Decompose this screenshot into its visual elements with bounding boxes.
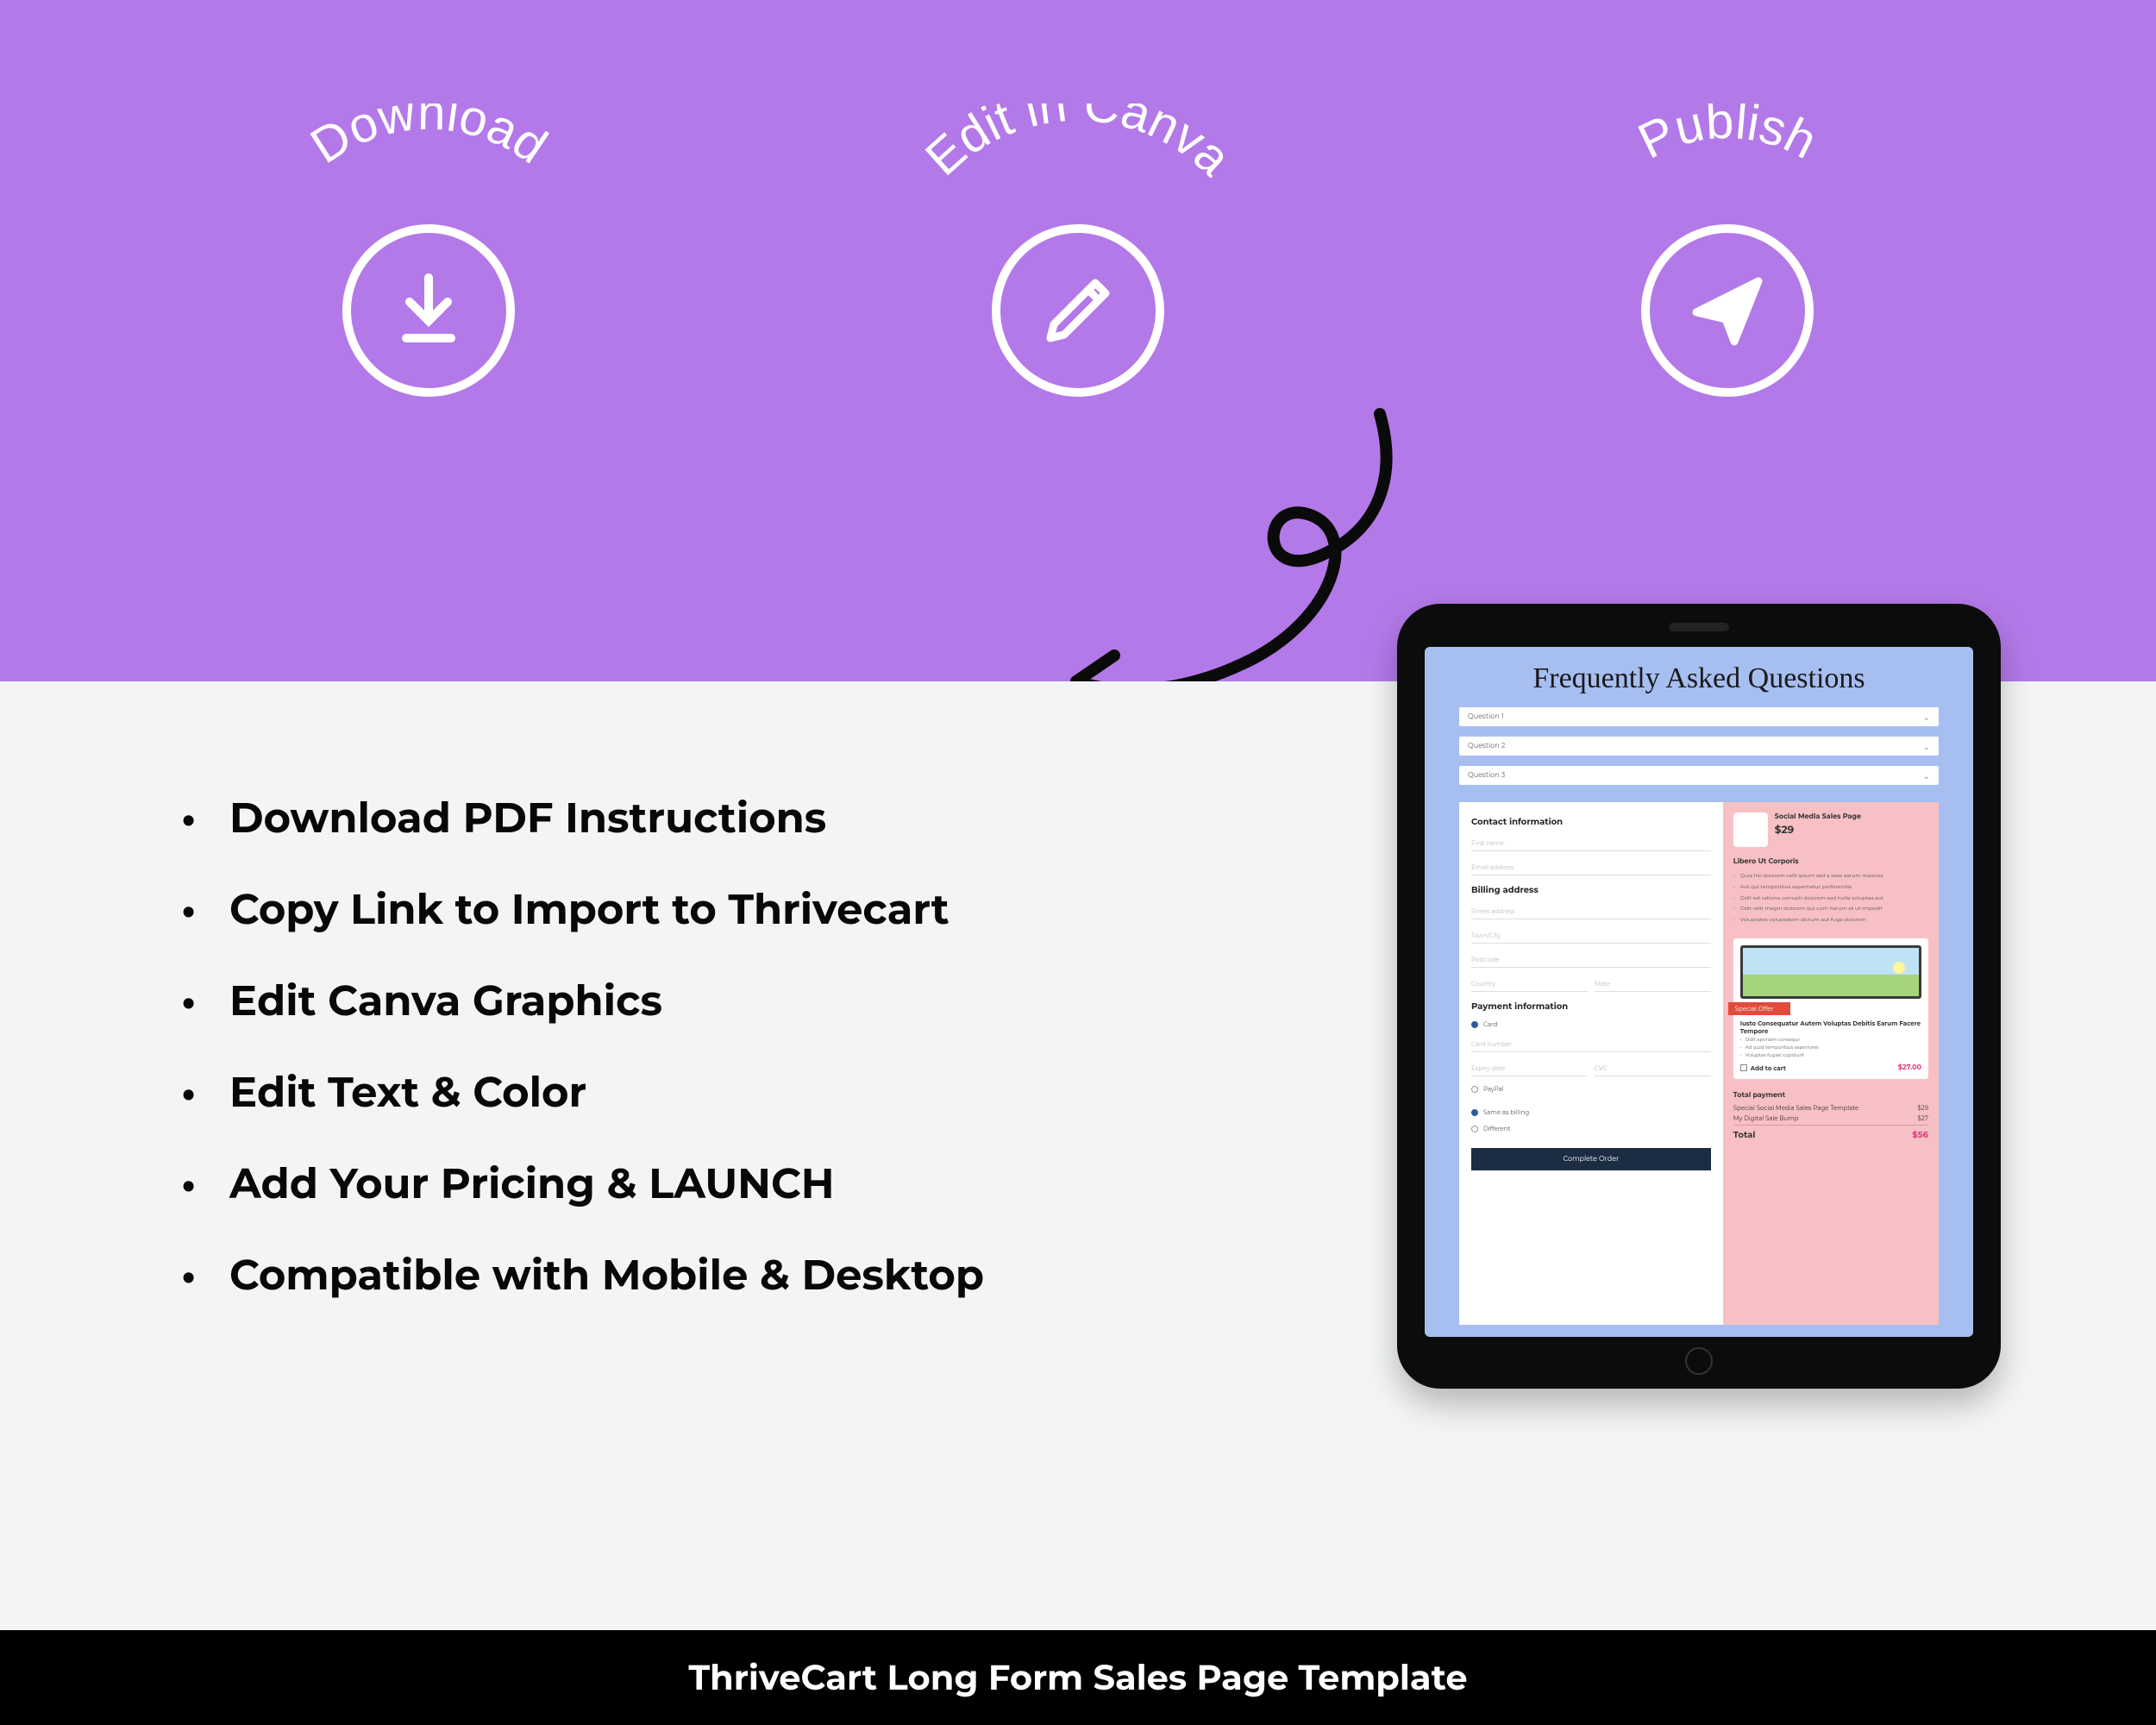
step-download: Download — [230, 104, 627, 431]
list-item: Odit aperiam consequi — [1740, 1038, 1921, 1043]
list-item: Quia hic dolorem velit ipsum sed a esse … — [1733, 873, 1928, 880]
totals-block: Total payment Special Social Media Sales… — [1733, 1091, 1928, 1143]
svg-text:Edit in Canva: Edit in Canva — [915, 104, 1242, 187]
total-line: My Digital Sale Bump$27 — [1733, 1114, 1928, 1122]
svg-text:Publish: Publish — [1630, 104, 1826, 170]
faq-item[interactable]: Question 2⌄ — [1459, 737, 1939, 756]
special-offer-card: Special Offer Iusto Consequatur Autem Vo… — [1733, 938, 1928, 1080]
chevron-down-icon: ⌄ — [1923, 770, 1930, 781]
list-item: Download PDF Instructions — [181, 794, 1130, 844]
list-item: Edit Text & Color — [181, 1068, 1130, 1118]
pencil-icon — [992, 224, 1164, 397]
offer-bullets: Odit aperiam consequi Ad quid temporibus… — [1740, 1038, 1921, 1058]
step-publish: Publish — [1529, 104, 1926, 431]
complete-order-button[interactable]: Complete Order — [1471, 1148, 1711, 1170]
grand-total: Total$56 — [1733, 1125, 1928, 1140]
product-price: $29 — [1775, 824, 1861, 837]
list-item: Ad quid temporibus asperiores — [1740, 1045, 1921, 1051]
product-name: Social Media Sales Page — [1775, 812, 1861, 821]
billing-heading: Billing address — [1471, 884, 1711, 895]
steps-row: Download Edit in Canva Pub — [0, 0, 2156, 431]
paper-plane-icon — [1641, 224, 1814, 397]
offer-ribbon: Special Offer — [1728, 1002, 1790, 1015]
card-number-field[interactable]: Card number — [1471, 1037, 1711, 1052]
offer-image — [1740, 945, 1921, 999]
list-item: Edit Canva Graphics — [181, 976, 1130, 1026]
list-item: Aut qui temporibus aspernatur perferendi… — [1733, 884, 1928, 891]
product-thumb — [1733, 812, 1768, 847]
faq-item[interactable]: Question 3⌄ — [1459, 766, 1939, 785]
benefits-list: Quia hic dolorem velit ipsum sed a esse … — [1733, 873, 1928, 928]
offer-price: $27.00 — [1898, 1063, 1921, 1072]
list-item: Odit velit magni dolorem qui cum harum e… — [1733, 906, 1928, 913]
pay-card-radio[interactable]: Card — [1471, 1020, 1711, 1028]
list-item: Add Your Pricing & LAUNCH — [181, 1159, 1130, 1209]
cvc-field[interactable]: CVC — [1595, 1061, 1711, 1076]
list-item: Compatible with Mobile & Desktop — [181, 1251, 1130, 1301]
footer-title: ThriveCart Long Form Sales Page Template — [0, 1630, 2156, 1725]
ship-diff-radio[interactable]: Different — [1471, 1125, 1711, 1132]
list-item: Voluptates voluptatem dictum aut fuga do… — [1733, 917, 1928, 924]
list-item: Copy Link to Import to Thrivecart — [181, 885, 1130, 935]
chevron-down-icon: ⌄ — [1923, 712, 1930, 723]
benefits-heading: Libero Ut Corporis — [1733, 857, 1928, 866]
city-field[interactable]: Town/City — [1471, 928, 1711, 944]
faq-list: Question 1⌄ Question 2⌄ Question 3⌄ — [1425, 707, 1973, 785]
hero-band: Download Edit in Canva Pub — [0, 0, 2156, 681]
tablet-home-button — [1685, 1347, 1713, 1375]
faq-item[interactable]: Question 1⌄ — [1459, 707, 1939, 726]
totals-heading: Total payment — [1733, 1091, 1928, 1100]
total-line: Special Social Media Sales Page Template… — [1733, 1104, 1928, 1112]
postcode-field[interactable]: Postcode — [1471, 952, 1711, 968]
ship-same-radio[interactable]: Same as billing — [1471, 1108, 1711, 1116]
chevron-down-icon: ⌄ — [1923, 741, 1930, 752]
payment-heading: Payment information — [1471, 1000, 1711, 1012]
tablet-camera — [1669, 623, 1729, 631]
feature-list: Download PDF Instructions Copy Link to I… — [181, 794, 1130, 1342]
pay-paypal-radio[interactable]: PayPal — [1471, 1085, 1711, 1093]
offer-title: Iusto Consequatur Autem Voluptas Debitis… — [1740, 1020, 1921, 1036]
curly-arrow-icon — [1035, 397, 1432, 724]
product-row: Social Media Sales Page $29 — [1733, 812, 1928, 847]
email-field[interactable]: Email address — [1471, 860, 1711, 875]
download-icon — [342, 224, 515, 397]
street-field[interactable]: Street address — [1471, 904, 1711, 919]
order-summary: Social Media Sales Page $29 Libero Ut Co… — [1723, 802, 1939, 1325]
faq-heading: Frequently Asked Questions — [1425, 647, 1973, 707]
state-field[interactable]: State — [1595, 976, 1711, 992]
tablet-mockup: Frequently Asked Questions Question 1⌄ Q… — [1397, 604, 2001, 1389]
country-field[interactable]: Country — [1471, 976, 1588, 992]
step-edit: Edit in Canva — [880, 104, 1276, 431]
svg-text:Download: Download — [301, 104, 557, 174]
list-item: Voluptas fugiat cupidunt — [1740, 1053, 1921, 1058]
checkout-panel: Contact information First name Email add… — [1459, 802, 1939, 1325]
expiry-field[interactable]: Expiry date — [1471, 1061, 1588, 1076]
first-name-field[interactable]: First name — [1471, 836, 1711, 851]
tablet-screen: Frequently Asked Questions Question 1⌄ Q… — [1425, 647, 1973, 1337]
checkout-form: Contact information First name Email add… — [1459, 802, 1723, 1325]
add-to-cart-checkbox[interactable]: Add to cart — [1740, 1064, 1786, 1072]
contact-heading: Contact information — [1471, 816, 1711, 827]
list-item: Odit est ratione corrupti dolorem sed nu… — [1733, 895, 1928, 902]
